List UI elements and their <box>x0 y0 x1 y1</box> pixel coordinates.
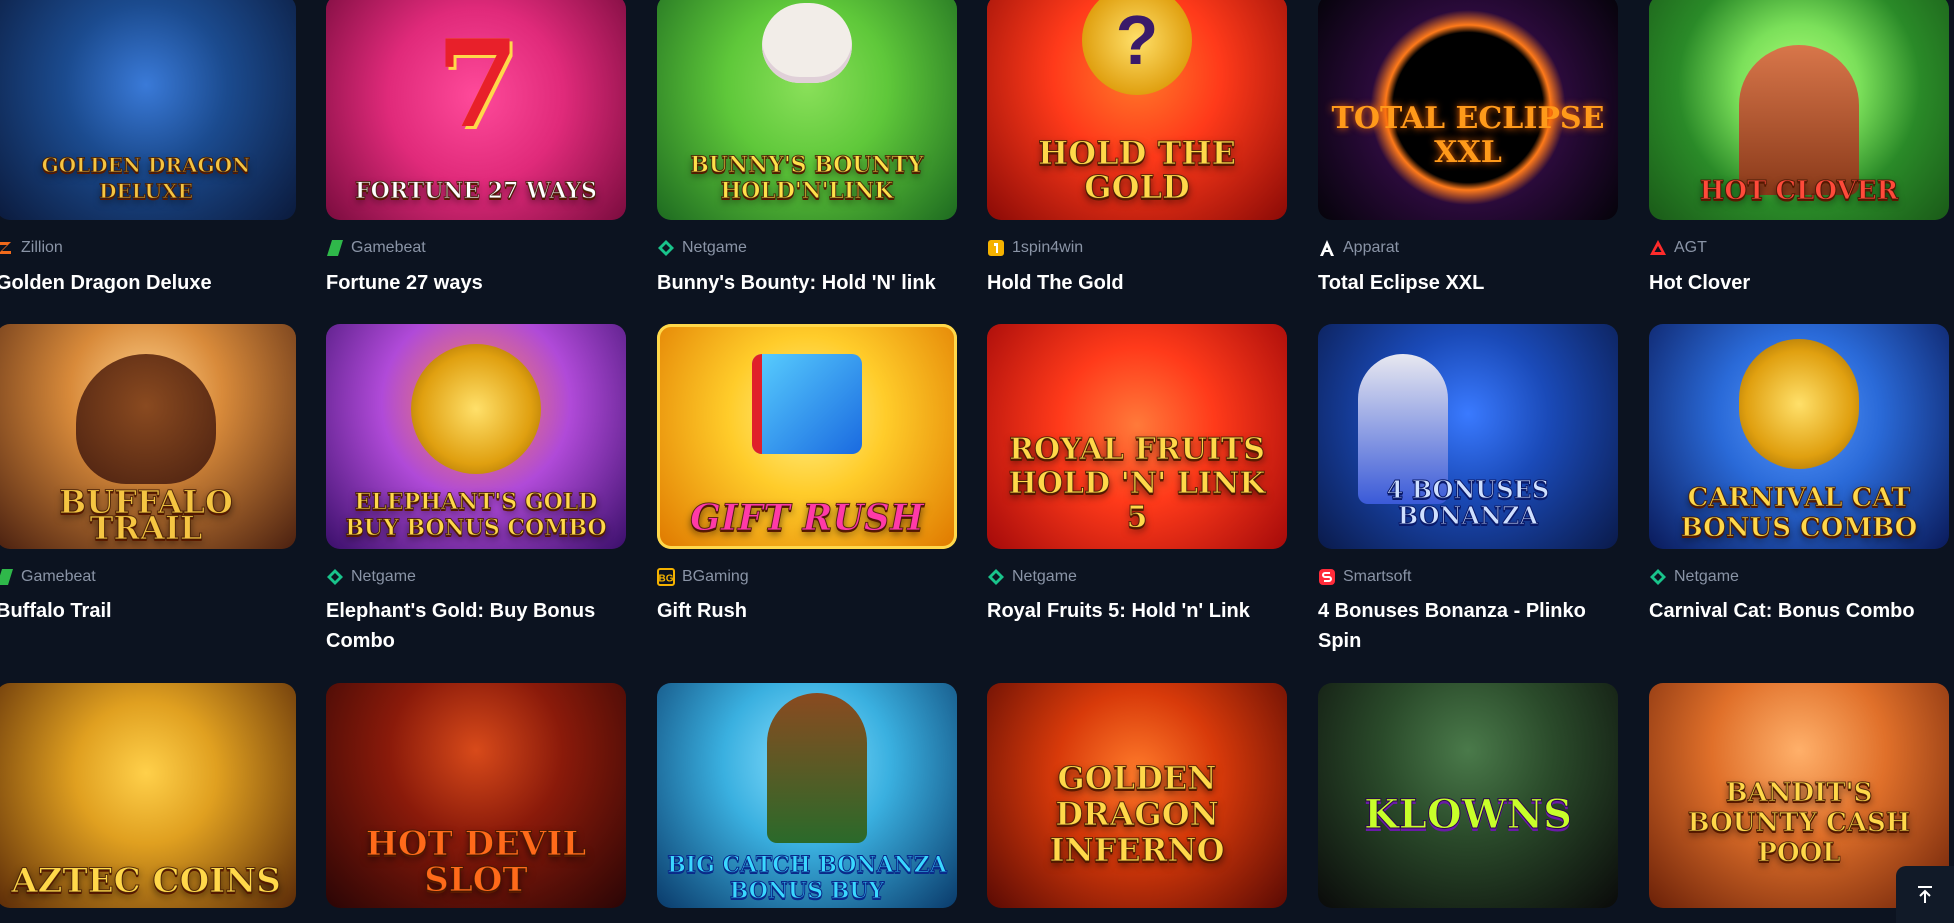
game-title[interactable]: Elephant's Gold: Buy Bonus Combo <box>326 596 626 656</box>
witch-character-graphic <box>1739 45 1859 195</box>
game-thumbnail[interactable]: GOLDEN DRAGON INFERNO <box>987 683 1287 908</box>
game-title[interactable]: Golden Dragon Deluxe <box>0 268 296 298</box>
provider-name: Smartsoft <box>1343 568 1412 585</box>
artwork-title-text: ELEPHANT'S GOLD BUY BONUS COMBO <box>345 489 607 542</box>
game-thumbnail[interactable]: BUFFALO TRAIL <box>0 324 296 549</box>
provider-label[interactable]: Netgame <box>1649 567 1739 587</box>
netgame-logo-icon <box>1650 569 1666 585</box>
zillion-logo-icon <box>0 242 11 254</box>
provider-name: Netgame <box>682 239 747 256</box>
game-thumbnail[interactable]: 4 BONUSES BONANZA <box>1318 324 1618 549</box>
game-thumbnail[interactable]: CARNIVAL CAT BONUS COMBO <box>1649 324 1949 549</box>
svg-text:BG: BG <box>659 574 674 585</box>
arrow-up-to-top-icon <box>1918 885 1932 903</box>
golden-elephant-graphic <box>411 344 541 474</box>
game-title[interactable]: 4 Bonuses Bonanza - Plinko Spin <box>1318 596 1618 656</box>
game-title[interactable]: Hold The Gold <box>987 268 1287 298</box>
artwork-title-text: HOT DEVIL SLOT <box>365 824 587 900</box>
game-thumbnail[interactable]: TOTAL ECLIPSE XXL <box>1318 0 1618 220</box>
artwork-title-text: HOT CLOVER <box>1699 176 1899 206</box>
artwork-title-text: GOLDEN DRAGON INFERNO <box>1049 759 1225 869</box>
artwork-title-text: BANDIT'S BOUNTY CASH POOL <box>1687 778 1911 869</box>
apparat-logo-icon <box>1320 240 1334 256</box>
game-title[interactable]: Buffalo Trail <box>0 596 296 626</box>
artwork-title-text: FORTUNE 27 WAYS <box>355 178 598 205</box>
provider-name: Zillion <box>21 239 63 256</box>
gamebeat-logo-icon <box>0 569 13 585</box>
game-thumbnail[interactable]: ELEPHANT'S GOLD BUY BONUS COMBO <box>326 324 626 549</box>
provider-label[interactable]: Netgame <box>657 238 747 258</box>
provider-name: Netgame <box>351 568 416 585</box>
provider-name: Apparat <box>1343 239 1400 256</box>
game-thumbnail[interactable]: KLOWNS <box>1318 683 1618 908</box>
netgame-logo-icon <box>658 240 674 256</box>
artwork-title-text: 4 BONUSES BONANZA <box>1386 475 1550 530</box>
artwork-title-text: HOLD THE GOLD <box>1038 134 1237 206</box>
provider-name: Netgame <box>1674 568 1739 585</box>
provider-label[interactable]: Apparat <box>1318 238 1399 258</box>
provider-name: Gamebeat <box>351 239 426 256</box>
game-thumbnail[interactable]: AZTEC COINS <box>0 683 296 908</box>
fisherman-character-graphic <box>767 693 867 843</box>
provider-label[interactable]: AGT <box>1649 238 1707 258</box>
seven-symbol-graphic: 7 <box>436 14 520 155</box>
artwork-title-text: BIG CATCH BONANZA BONUS BUY <box>667 852 948 905</box>
scroll-to-top-button[interactable] <box>1896 866 1954 923</box>
game-thumbnail[interactable]: GOLDEN DRAGON DELUXE <box>0 0 296 220</box>
game-grid: GOLDEN DRAGON DELUXE Zillion Golden Drag… <box>0 0 1954 923</box>
game-thumbnail[interactable]: ? HOLD THE GOLD <box>987 0 1287 220</box>
game-thumbnail[interactable]: HOT CLOVER <box>1649 0 1949 220</box>
provider-label[interactable]: 1spin4win <box>987 238 1083 258</box>
agt-logo-icon <box>1650 240 1666 255</box>
game-title[interactable]: Carnival Cat: Bonus Combo <box>1649 596 1949 626</box>
bgaming-logo-icon: BG <box>657 568 675 586</box>
artwork-title-text: BUNNY'S BOUNTY HOLD'N'LINK <box>690 152 925 205</box>
game-thumbnail[interactable]: GIFT RUSH <box>657 324 957 549</box>
provider-name: Gamebeat <box>21 568 96 585</box>
artwork-title-text: GIFT RUSH <box>690 497 925 539</box>
artwork-title-text: BUFFALO TRAIL <box>59 483 234 547</box>
provider-name: BGaming <box>682 568 749 585</box>
game-title[interactable]: Royal Fruits 5: Hold 'n' Link <box>987 596 1287 626</box>
game-title[interactable]: Fortune 27 ways <box>326 268 626 298</box>
game-title[interactable]: Bunny's Bounty: Hold 'N' link <box>657 268 957 298</box>
artwork-title-text: KLOWNS <box>1363 791 1573 838</box>
game-thumbnail[interactable]: BUNNY'S BOUNTY HOLD'N'LINK <box>657 0 957 220</box>
gift-box-graphic <box>752 354 862 454</box>
lucky-cat-graphic <box>1739 339 1859 469</box>
provider-label[interactable]: Netgame <box>326 567 416 587</box>
bunny-character-graphic <box>762 3 852 83</box>
provider-label[interactable]: Netgame <box>987 567 1077 587</box>
game-thumbnail[interactable]: BIG CATCH BONANZA BONUS BUY <box>657 683 957 908</box>
artwork-title-text: ROYAL FRUITS HOLD 'N' LINK 5 <box>1008 432 1266 535</box>
artwork-title-text: CARNIVAL CAT BONUS COMBO <box>1680 483 1918 544</box>
game-thumbnail[interactable]: 7 FORTUNE 27 WAYS <box>326 0 626 220</box>
netgame-logo-icon <box>327 569 343 585</box>
provider-name: AGT <box>1674 239 1707 256</box>
provider-label[interactable]: Gamebeat <box>326 238 426 258</box>
provider-label[interactable]: Smartsoft <box>1318 567 1411 587</box>
game-thumbnail[interactable]: ROYAL FRUITS HOLD 'N' LINK 5 <box>987 324 1287 549</box>
provider-label[interactable]: Gamebeat <box>0 567 96 587</box>
gamebeat-logo-icon <box>327 240 343 256</box>
game-title[interactable]: Hot Clover <box>1649 268 1949 298</box>
provider-name: 1spin4win <box>1012 239 1084 256</box>
artwork-title-text: AZTEC COINS <box>11 861 282 901</box>
game-thumbnail[interactable]: HOT DEVIL SLOT <box>326 683 626 908</box>
provider-name: Netgame <box>1012 568 1077 585</box>
artwork-title-text: GOLDEN DRAGON DELUXE <box>41 153 251 204</box>
buffalo-head-graphic <box>76 354 216 484</box>
provider-label[interactable]: BG BGaming <box>657 567 749 587</box>
smartsoft-logo-icon <box>1319 569 1335 585</box>
artwork-title-text: TOTAL ECLIPSE XXL <box>1331 101 1605 170</box>
1spin4win-logo-icon <box>988 240 1004 256</box>
game-title[interactable]: Gift Rush <box>657 596 957 626</box>
provider-label[interactable]: Zillion <box>0 238 63 258</box>
game-title[interactable]: Total Eclipse XXL <box>1318 268 1618 298</box>
netgame-logo-icon <box>988 569 1004 585</box>
